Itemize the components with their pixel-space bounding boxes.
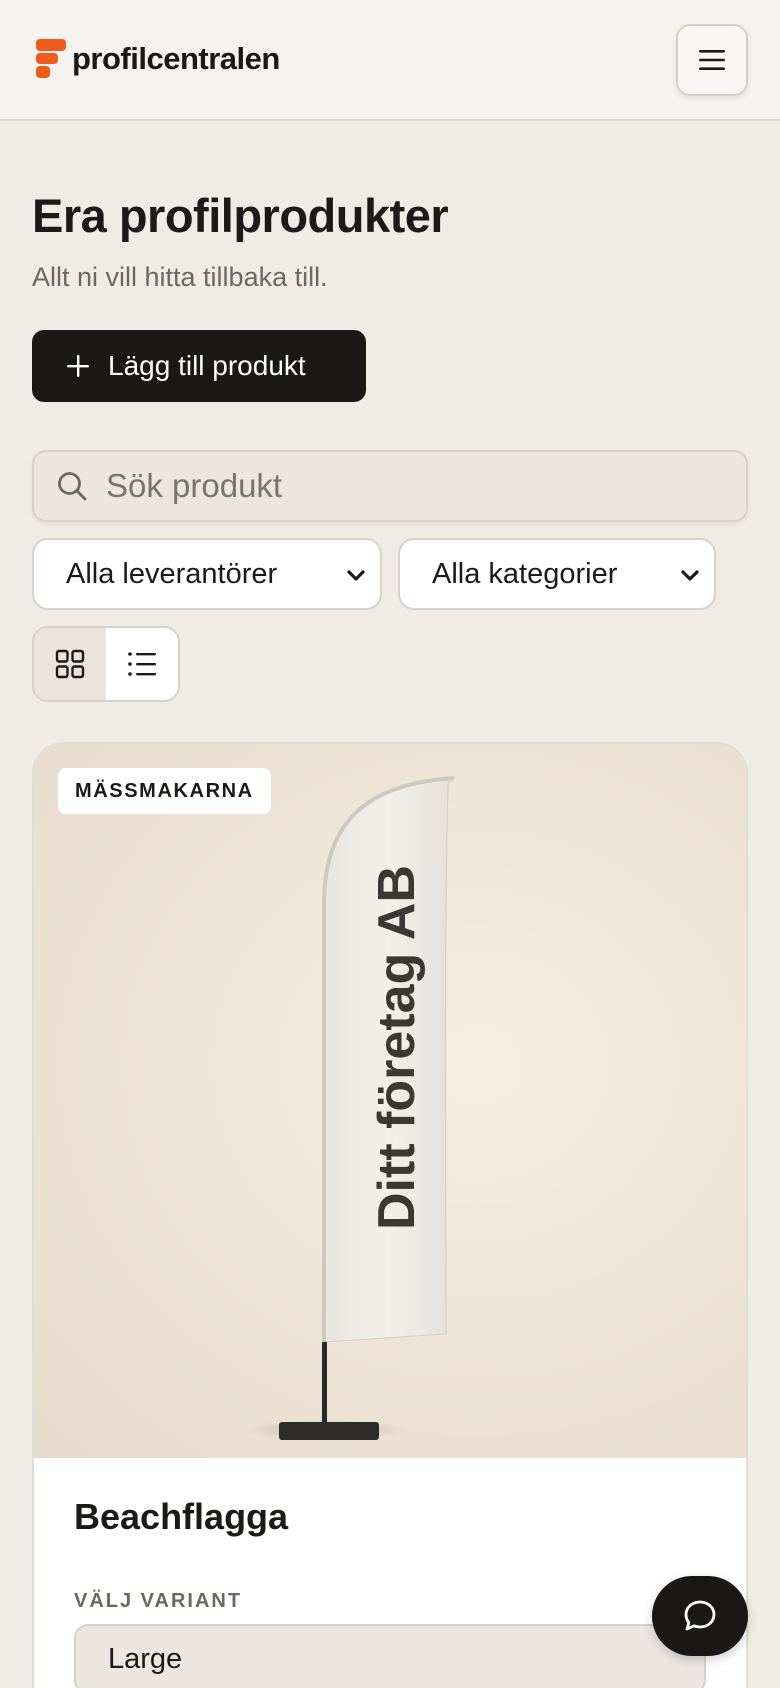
list-view-button[interactable]	[106, 628, 178, 700]
variant-value: Large	[108, 1642, 183, 1675]
search-box	[32, 450, 748, 522]
plus-icon	[66, 354, 90, 378]
product-name[interactable]: Beachflagga	[74, 1496, 288, 1538]
product-card[interactable]: Ditt företag AB MÄSSMAKARNA Beachflagga …	[32, 742, 748, 1688]
chat-bubble-icon	[684, 1600, 716, 1631]
grid-icon	[55, 649, 85, 679]
chevron-down-icon	[681, 570, 699, 581]
page-subtitle: Allt ni vill hitta tillbaka till.	[32, 262, 328, 292]
logo-mark-icon	[36, 39, 66, 79]
category-filter-value: Alla kategorier	[432, 557, 618, 590]
search-icon	[58, 472, 87, 501]
flag-print-text: Ditt företag AB	[368, 865, 426, 1230]
view-toggle	[32, 626, 180, 702]
variant-select[interactable]: Large	[74, 1624, 706, 1688]
top-bar: profilcentralen	[0, 0, 780, 121]
add-product-label: Lägg till produkt	[108, 350, 306, 381]
logo[interactable]: profilcentralen	[36, 38, 280, 80]
search-input[interactable]	[106, 467, 706, 505]
supplier-filter-value: Alla leverantörer	[66, 557, 278, 590]
hamburger-icon	[699, 50, 725, 70]
menu-button[interactable]	[676, 24, 748, 96]
logo-text: profilcentralen	[72, 41, 280, 76]
variant-label: VÄLJ VARIANT	[74, 1590, 243, 1612]
product-image[interactable]: Ditt företag AB MÄSSMAKARNA	[34, 744, 746, 1458]
supplier-badge: MÄSSMAKARNA	[58, 768, 271, 814]
page-title: Era profilprodukter	[32, 189, 449, 242]
list-icon	[128, 652, 156, 676]
grid-view-button[interactable]	[34, 628, 106, 700]
chevron-down-icon	[347, 570, 365, 581]
chat-button[interactable]	[652, 1576, 748, 1656]
supplier-filter-select[interactable]: Alla leverantörer	[32, 538, 382, 610]
category-filter-select[interactable]: Alla kategorier	[398, 538, 716, 610]
beach-flag-illustration: Ditt företag AB	[246, 776, 456, 1440]
add-product-button[interactable]: Lägg till produkt	[32, 330, 366, 402]
